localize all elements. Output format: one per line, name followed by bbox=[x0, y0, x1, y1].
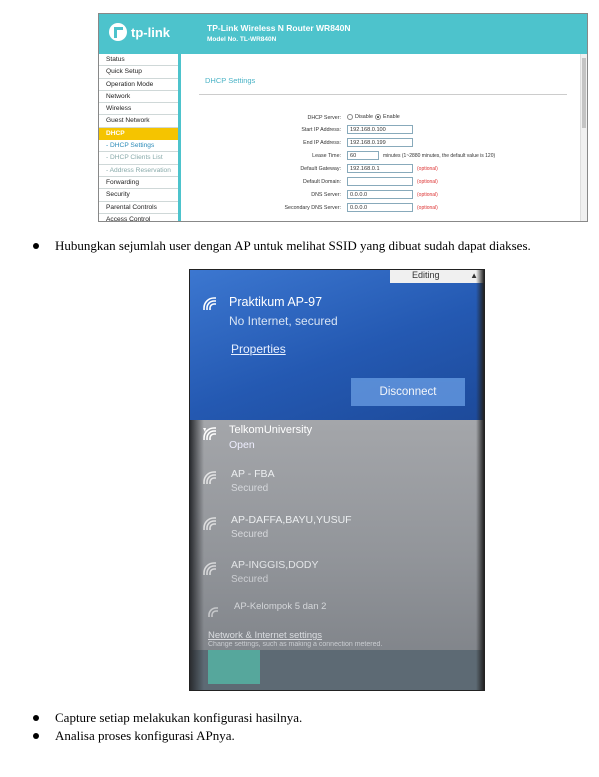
dhcp-server-label: DHCP Server: bbox=[307, 115, 341, 121]
photo-shadow-left bbox=[190, 420, 204, 690]
sidebar-item-wireless[interactable]: Wireless bbox=[99, 103, 178, 116]
start-ip-row: Start IP Address: 192.168.0.100 bbox=[181, 125, 581, 137]
page-title: DHCP Settings bbox=[205, 76, 256, 85]
photo-shadow-right bbox=[476, 270, 484, 690]
start-ip-input[interactable]: 192.168.0.100 bbox=[347, 125, 413, 134]
quick-action-bar bbox=[190, 650, 484, 690]
domain-input[interactable] bbox=[347, 177, 413, 186]
end-ip-input[interactable]: 192.168.0.199 bbox=[347, 138, 413, 147]
sidebar-item-dhcp-clients-list[interactable]: - DHCP Clients List bbox=[99, 152, 178, 165]
sidebar-item-guest-network[interactable]: Guest Network bbox=[99, 115, 178, 128]
radio-off-icon bbox=[347, 114, 353, 120]
sidebar-item-address-reservation[interactable]: - Address Reservation bbox=[99, 164, 178, 177]
dns2-label: Secondary DNS Server: bbox=[284, 205, 341, 211]
list-item[interactable]: TelkomUniversity bbox=[229, 424, 312, 436]
wifi-open-icon bbox=[203, 427, 216, 440]
wifi-quick-action-tile[interactable] bbox=[208, 650, 260, 684]
gateway-label: Default Gateway: bbox=[300, 166, 341, 172]
end-ip-row: End IP Address: 192.168.0.199 bbox=[181, 138, 581, 150]
bullet-item-2: Capture setiap melakukan konfigurasi has… bbox=[33, 710, 302, 725]
router-model: Model No. TL-WR840N bbox=[207, 36, 277, 43]
sidebar-item-operation-mode[interactable]: Operation Mode bbox=[99, 79, 178, 91]
domain-row: Default Domain: (optional) bbox=[181, 177, 581, 189]
domain-optional: (optional) bbox=[417, 179, 438, 185]
dns-row: DNS Server: 0.0.0.0 (optional) bbox=[181, 190, 581, 202]
sidebar-item-security[interactable]: Security bbox=[99, 189, 178, 202]
lease-time-label: Lease Time: bbox=[312, 153, 341, 159]
tp-link-logo-icon bbox=[109, 23, 127, 41]
list-item[interactable]: AP-Kelompok 5 dan 2 bbox=[234, 601, 326, 612]
bullet-item-3: Analisa proses konfigurasi APnya. bbox=[33, 728, 235, 743]
router-sidebar: Status Quick Setup Operation Mode Networ… bbox=[99, 54, 181, 221]
wifi-icon bbox=[203, 517, 216, 530]
radio-on-icon bbox=[375, 114, 381, 120]
dns-label: DNS Server: bbox=[311, 192, 341, 198]
end-ip-label: End IP Address: bbox=[303, 140, 341, 146]
sidebar-item-access-control[interactable]: Access Control bbox=[99, 214, 178, 221]
dhcp-server-row: DHCP Server: Disable Enable bbox=[181, 113, 581, 125]
sidebar-item-dhcp[interactable]: DHCP bbox=[99, 127, 178, 141]
list-item-status: Open bbox=[229, 439, 255, 451]
dhcp-enable-radio[interactable]: Enable bbox=[375, 114, 400, 120]
list-item-status: Secured bbox=[231, 574, 269, 585]
list-item-status: Secured bbox=[231, 529, 269, 540]
bullet-text-1: Hubungkan sejumlah user dengan AP untuk … bbox=[55, 238, 531, 253]
sidebar-item-quick-setup[interactable]: Quick Setup bbox=[99, 66, 178, 79]
sidebar-item-forwarding[interactable]: Forwarding bbox=[99, 177, 178, 190]
title-divider bbox=[199, 94, 567, 95]
brand-name: tp-link bbox=[131, 24, 170, 40]
sidebar-item-status[interactable]: Status bbox=[99, 54, 178, 67]
bullet-text-2: Capture setiap melakukan konfigurasi has… bbox=[55, 710, 303, 725]
bullet-item-1: Hubungkan sejumlah user dengan AP untuk … bbox=[33, 238, 531, 253]
content-scrollbar[interactable] bbox=[580, 54, 587, 221]
wifi-list-photo: Editing ▲ Praktikum AP-97 No Internet, s… bbox=[189, 269, 485, 691]
router-title: TP-Link Wireless N Router WR840N Model N… bbox=[207, 23, 351, 45]
lease-time-note: minutes (1~2880 minutes, the default val… bbox=[383, 153, 496, 159]
wifi-icon bbox=[203, 471, 216, 484]
list-item[interactable]: AP - FBA bbox=[231, 468, 275, 480]
dns-optional: (optional) bbox=[417, 192, 438, 198]
dhcp-disable-radio[interactable]: Disable bbox=[347, 114, 373, 120]
dns2-row: Secondary DNS Server: 0.0.0.0 (optional) bbox=[181, 203, 581, 215]
start-ip-label: Start IP Address: bbox=[301, 127, 341, 133]
router-content: DHCP Settings DHCP Server: Disable Enabl… bbox=[181, 54, 579, 221]
sidebar-item-dhcp-settings[interactable]: - DHCP Settings bbox=[99, 140, 178, 153]
router-screenshot: tp-link TP-Link Wireless N Router WR840N… bbox=[98, 13, 588, 222]
bullet-dot bbox=[33, 714, 39, 721]
dns-input[interactable]: 0.0.0.0 bbox=[347, 190, 413, 199]
gateway-optional: (optional) bbox=[417, 166, 438, 172]
lease-time-input[interactable]: 60 bbox=[347, 151, 379, 160]
gateway-input[interactable]: 192.168.0.1 bbox=[347, 164, 413, 173]
dns2-input[interactable]: 0.0.0.0 bbox=[347, 203, 413, 212]
bullet-dot bbox=[33, 732, 39, 739]
wifi-icon bbox=[203, 562, 216, 575]
router-product-name: TP-Link Wireless N Router WR840N bbox=[207, 23, 351, 33]
editing-bar: Editing ▲ bbox=[390, 270, 484, 283]
domain-label: Default Domain: bbox=[303, 179, 341, 185]
router-header: tp-link TP-Link Wireless N Router WR840N… bbox=[99, 14, 587, 54]
wifi-icon bbox=[208, 607, 218, 617]
bullet-dot bbox=[33, 242, 39, 249]
tp-link-logo[interactable]: tp-link bbox=[109, 23, 170, 41]
disconnect-button[interactable]: Disconnect bbox=[351, 378, 465, 406]
sidebar-item-parental-controls[interactable]: Parental Controls bbox=[99, 202, 178, 214]
dns2-optional: (optional) bbox=[417, 205, 438, 211]
list-item-status: Secured bbox=[231, 483, 269, 494]
list-item[interactable]: AP-DAFFA,BAYU,YUSUF bbox=[231, 514, 352, 526]
network-settings-description: Change settings, such as making a connec… bbox=[208, 641, 383, 648]
gateway-row: Default Gateway: 192.168.0.1 (optional) bbox=[181, 164, 581, 176]
wifi-icon bbox=[203, 297, 216, 310]
scrollbar-thumb[interactable] bbox=[582, 58, 586, 128]
lease-time-row: Lease Time: 60 minutes (1~2880 minutes, … bbox=[181, 151, 581, 163]
network-settings-link[interactable]: Network & Internet settings bbox=[208, 630, 322, 641]
connected-network-name[interactable]: Praktikum AP-97 bbox=[229, 295, 322, 309]
properties-link[interactable]: Properties bbox=[231, 342, 286, 356]
bullet-text-3: Analisa proses konfigurasi APnya. bbox=[55, 728, 235, 743]
list-item[interactable]: AP-INGGIS,DODY bbox=[231, 559, 319, 571]
connected-network-panel: Editing ▲ Praktikum AP-97 No Internet, s… bbox=[190, 270, 484, 420]
connected-network-status: No Internet, secured bbox=[229, 314, 338, 328]
sidebar-item-network[interactable]: Network bbox=[99, 91, 178, 104]
